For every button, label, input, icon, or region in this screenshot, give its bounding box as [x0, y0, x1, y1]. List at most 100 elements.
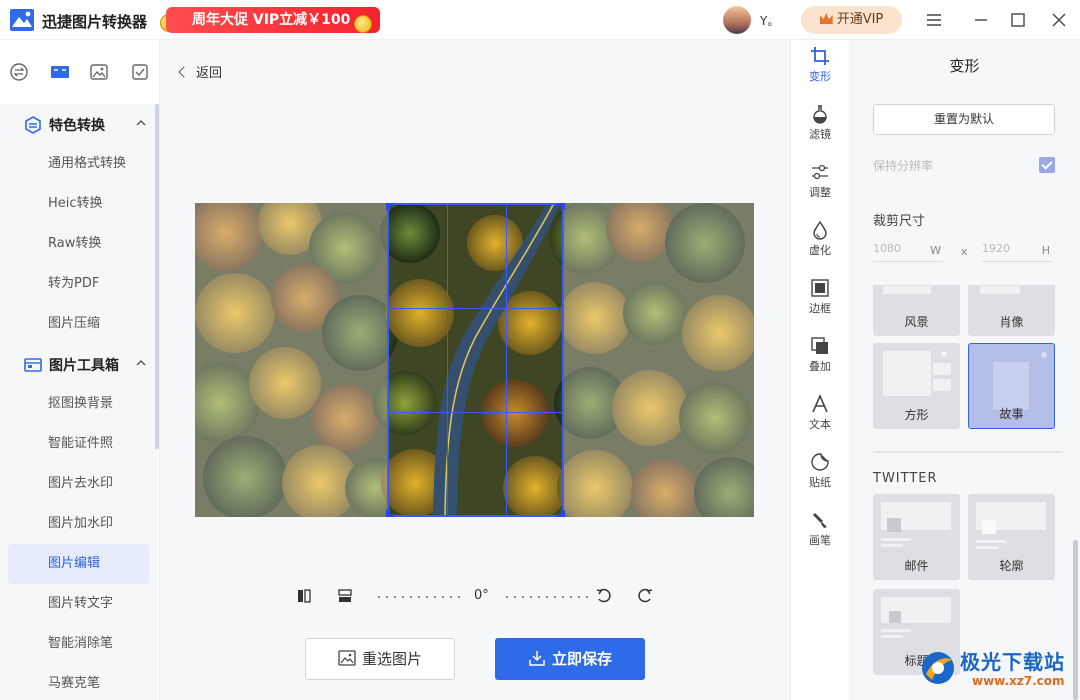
drop-icon — [813, 220, 827, 240]
sidebar-item-raw[interactable]: Raw转换 — [8, 224, 149, 264]
preset-twitter-email[interactable]: 邮件 — [873, 494, 960, 580]
sticker-icon — [811, 453, 829, 471]
tool-sticker[interactable]: 贴纸 — [791, 446, 849, 504]
sidebar-item-image-edit[interactable]: 图片编辑 — [8, 544, 149, 584]
rotate-right-icon[interactable] — [636, 587, 654, 605]
sidebar-item-heic[interactable]: Heic转换 — [8, 184, 149, 224]
sidebar-item-eraser[interactable]: 智能消除笔 — [8, 624, 149, 664]
check-icon[interactable] — [130, 62, 150, 82]
preset-shape — [933, 363, 951, 375]
crop-handle[interactable] — [557, 203, 565, 210]
sidebar-item-compress[interactable]: 图片压缩 — [8, 304, 149, 344]
close-icon[interactable] — [1049, 10, 1069, 30]
menu-icon[interactable] — [924, 10, 944, 30]
coin-icon — [354, 15, 372, 33]
editor-canvas: 返回 0° 重选图片 立即保存 — [160, 40, 790, 700]
flip-horizontal-icon[interactable] — [295, 587, 313, 605]
keep-resolution-label: 保持分辨率 — [873, 159, 934, 173]
height-field[interactable]: 1920 H — [982, 240, 1052, 262]
convert-icon[interactable] — [9, 62, 29, 82]
watermark-logo-icon — [922, 652, 954, 684]
crop-box[interactable] — [386, 203, 565, 517]
back-button[interactable]: 返回 — [178, 62, 223, 81]
convert-icon — [25, 116, 41, 134]
preset-square[interactable]: 方形 — [873, 343, 960, 429]
text-icon — [812, 394, 828, 413]
photo-preview[interactable] — [195, 203, 754, 517]
avatar[interactable] — [723, 6, 751, 34]
panel-title: 变形 — [949, 57, 980, 75]
chevron-left-icon — [178, 66, 190, 78]
sidebar-item-id-photo[interactable]: 智能证件照 — [8, 424, 149, 464]
tool-overlay[interactable]: 叠加 — [791, 330, 849, 388]
transform-panel: 变形 重置为默认 保持分辨率 裁剪尺寸 1080 W x 1920 H 风景 肖… — [849, 40, 1080, 700]
sidebar-item-format-convert[interactable]: 通用格式转换 — [8, 144, 149, 184]
sidebar-scrollbar[interactable] — [155, 104, 159, 449]
tool-blur[interactable]: 虚化 — [791, 214, 849, 272]
sliders-icon — [812, 164, 828, 180]
tool-brush[interactable]: 画笔 — [791, 504, 849, 562]
crop-handle[interactable] — [386, 510, 394, 517]
group-special-convert[interactable]: 特色转换 — [0, 104, 158, 144]
tool-label: 调整 — [809, 186, 831, 199]
save-button[interactable]: 立即保存 — [495, 638, 645, 680]
tool-filter[interactable]: 滤镜 — [791, 98, 849, 156]
app-title: 迅捷图片转换器 — [42, 13, 148, 31]
rotation-slider-right[interactable] — [503, 596, 588, 598]
sidebar: 特色转换 通用格式转换 Heic转换 Raw转换 转为PDF 图片压缩 图片工具… — [0, 40, 160, 700]
sidebar-item-to-pdf[interactable]: 转为PDF — [8, 264, 149, 304]
username[interactable]: Y。 — [760, 12, 779, 29]
rotate-left-icon[interactable] — [595, 587, 613, 605]
site-watermark: 极光下载站 www.xz7.com — [918, 644, 1074, 692]
preset-shape — [881, 635, 903, 638]
width-field[interactable]: 1080 W — [873, 240, 943, 262]
edit-tool-strip: 变形 滤镜 调整 虚化 边框 叠加 文本 贴纸 画笔 — [790, 40, 848, 700]
sidebar-item-ocr[interactable]: 图片转文字 — [8, 584, 149, 624]
promo-banner[interactable]: 周年大促 VIP立减￥100 — [166, 7, 381, 33]
group-image-toolbox[interactable]: 图片工具箱 — [0, 344, 158, 384]
section-divider — [873, 451, 1063, 453]
vip-button[interactable]: 开通VIP — [801, 6, 902, 34]
preset-twitter-profile[interactable]: 轮廓 — [968, 494, 1055, 580]
rotation-slider-left[interactable] — [375, 596, 460, 598]
reset-default-button[interactable]: 重置为默认 — [873, 104, 1055, 135]
height-placeholder: 1920 — [982, 242, 1010, 255]
back-label: 返回 — [196, 66, 223, 81]
group-label: 特色转换 — [49, 118, 105, 134]
toolbox-icon[interactable] — [50, 62, 70, 82]
crop-handle[interactable] — [557, 510, 565, 517]
preset-portrait[interactable]: 肖像 — [968, 285, 1055, 336]
frame-icon — [811, 279, 829, 297]
preset-shape — [881, 629, 911, 632]
tool-text[interactable]: 文本 — [791, 388, 849, 446]
sidebar-item-cutout[interactable]: 抠图换背景 — [8, 384, 149, 424]
tool-frame[interactable]: 边框 — [791, 272, 849, 330]
tool-label: 滤镜 — [809, 128, 831, 141]
preset-shape — [881, 544, 903, 547]
preset-shape — [976, 546, 998, 549]
tool-transform[interactable]: 变形 — [791, 40, 849, 98]
crop-handle[interactable] — [386, 203, 394, 210]
preset-label: 方形 — [904, 408, 929, 422]
watermark-text: 极光下载站 — [960, 650, 1065, 674]
tool-adjust[interactable]: 调整 — [791, 156, 849, 214]
sidebar-item-remove-watermark[interactable]: 图片去水印 — [8, 464, 149, 504]
preset-label: 故事 — [999, 407, 1024, 421]
sidebar-item-add-watermark[interactable]: 图片加水印 — [8, 504, 149, 544]
preset-shape — [883, 351, 931, 396]
reselect-image-button[interactable]: 重选图片 — [305, 638, 455, 680]
image-icon[interactable] — [89, 62, 109, 82]
sidebar-item-mosaic[interactable]: 马赛克笔 — [8, 664, 149, 700]
keep-resolution-checkbox[interactable] — [1039, 157, 1055, 173]
toolbox-icon — [24, 358, 42, 372]
maximize-icon[interactable] — [1008, 10, 1028, 30]
preset-landscape[interactable]: 风景 — [873, 285, 960, 336]
flip-vertical-icon[interactable] — [336, 587, 354, 605]
image-icon — [338, 650, 356, 666]
vip-button-label: 开通VIP — [836, 12, 884, 27]
minimize-icon[interactable] — [971, 10, 991, 30]
tool-label: 文本 — [809, 418, 831, 431]
crop-grid-line — [389, 412, 562, 413]
preset-shape — [883, 286, 931, 294]
preset-story[interactable]: 故事 — [968, 343, 1055, 429]
